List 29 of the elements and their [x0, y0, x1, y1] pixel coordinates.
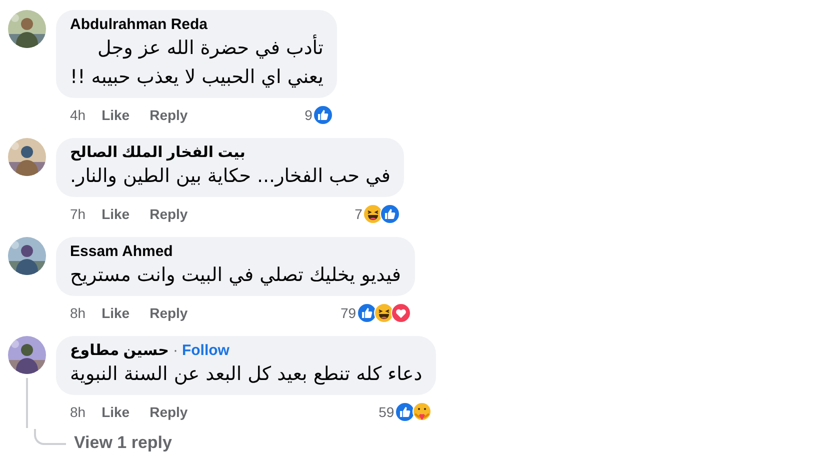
- reply-link[interactable]: Reply: [150, 404, 188, 420]
- separator-dot: ·: [172, 342, 178, 360]
- thread-line: [34, 429, 66, 445]
- comment-text: فيديو يخليك تصلي في البيت وانت مستريح: [70, 263, 402, 288]
- reply-link[interactable]: Reply: [150, 107, 188, 123]
- reaction-count[interactable]: 59: [378, 404, 394, 420]
- reaction-count[interactable]: 79: [340, 305, 356, 321]
- timestamp[interactable]: 7h: [70, 206, 86, 222]
- author-name[interactable]: Essam Ahmed: [70, 243, 173, 261]
- reaction-count[interactable]: 9: [304, 107, 312, 123]
- follow-link[interactable]: Follow: [182, 342, 230, 360]
- view-replies-link[interactable]: View 1 reply: [74, 433, 172, 453]
- author-name[interactable]: بيت الفخار الملك الصالح: [70, 144, 246, 162]
- reply-link[interactable]: Reply: [150, 206, 188, 222]
- like-link[interactable]: Like: [102, 107, 130, 123]
- like-link[interactable]: Like: [102, 305, 130, 321]
- like-link[interactable]: Like: [102, 404, 130, 420]
- comment-text: في حب الفخار... حكاية بين الطين والنار.: [70, 164, 390, 189]
- comment-text: تأدب في حضرة الله عز وجل يعني اي الحبيب لا يعذب حبيبه !!: [70, 34, 324, 92]
- timestamp[interactable]: 4h: [70, 107, 86, 123]
- reply-link[interactable]: Reply: [150, 305, 188, 321]
- like-link[interactable]: Like: [102, 206, 130, 222]
- author-name[interactable]: حسين مطاوع: [70, 342, 169, 360]
- author-name[interactable]: Abdulrahman Reda: [70, 16, 208, 34]
- comment-text: دعاء كله تنطع بعيد كل البعد عن السنة النبوية: [70, 362, 422, 387]
- reaction-count[interactable]: 7: [354, 206, 362, 222]
- thread-line: [26, 378, 28, 428]
- timestamp[interactable]: 8h: [70, 404, 86, 420]
- timestamp[interactable]: 8h: [70, 305, 86, 321]
